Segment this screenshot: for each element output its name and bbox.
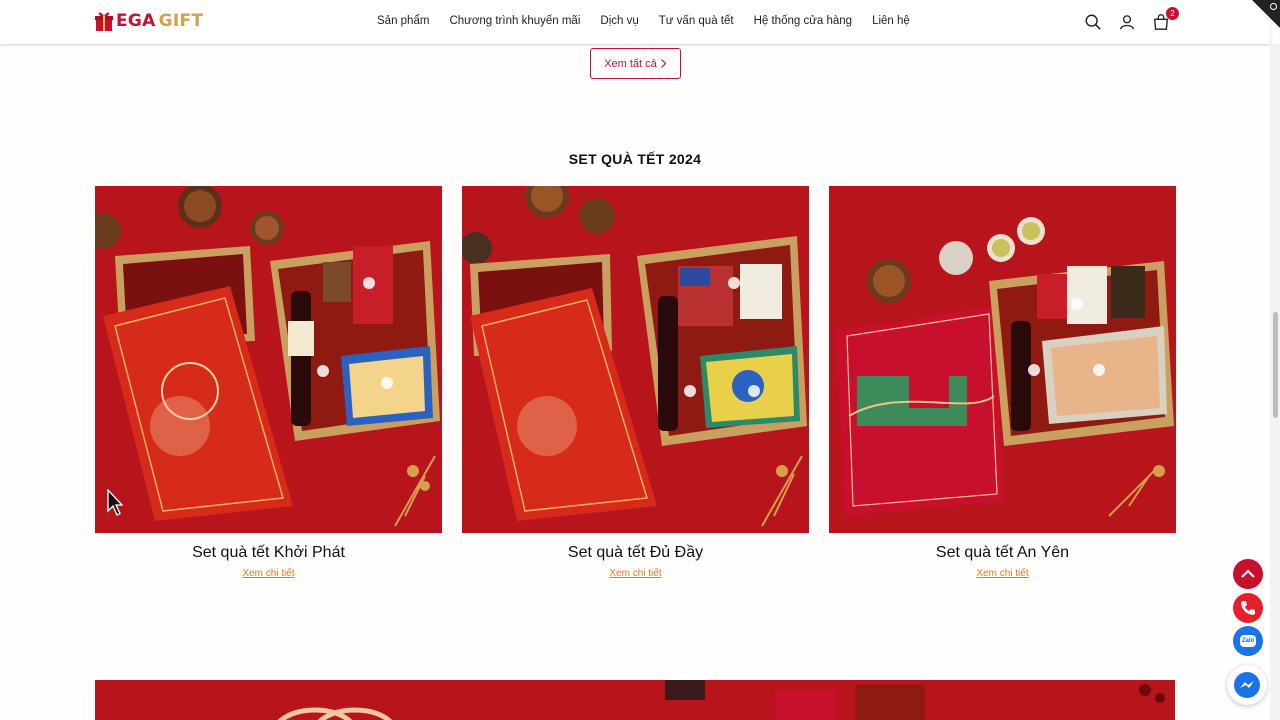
scrollbar-thumb[interactable] (1273, 312, 1278, 418)
banner-photo (95, 680, 1175, 720)
page: EGA GIFT Sản phẩm Chương trình khuyến mãi… (0, 0, 1280, 720)
product-name[interactable]: Set quà tết Khởi Phát (95, 544, 442, 562)
nav-item-services[interactable]: Dịch vụ (600, 15, 638, 27)
product-image[interactable] (462, 186, 809, 533)
nav-item-promotions[interactable]: Chương trình khuyến mãi (449, 15, 580, 27)
view-all-label: Xem tất cả (604, 57, 657, 70)
zalo-icon: Zalo (1239, 635, 1257, 647)
product-card: Set quà tết Khởi Phát Xem chi tiết (95, 186, 442, 579)
messenger-icon (1234, 672, 1260, 698)
settings-gear-icon[interactable] (1270, 3, 1277, 10)
cart-button[interactable]: 2 (1152, 7, 1179, 32)
gift-set-photo (95, 186, 442, 533)
product-name[interactable]: Set quà tết Đủ Đầy (462, 544, 809, 562)
gift-logo-icon (95, 12, 113, 31)
view-detail-link[interactable]: Xem chi tiết (829, 568, 1176, 579)
view-all-button[interactable]: Xem tất cả (590, 48, 681, 79)
logo-text: EGA GIFT (116, 11, 204, 31)
site-header: EGA GIFT Sản phẩm Chương trình khuyến mãi… (0, 0, 1270, 44)
nav-item-stores[interactable]: Hệ thống cửa hàng (754, 15, 853, 27)
nav-item-tet-advice[interactable]: Tư vấn quà tết (659, 15, 734, 27)
product-image[interactable] (95, 186, 442, 533)
logo[interactable]: EGA GIFT (95, 10, 203, 32)
search-icon[interactable] (1084, 12, 1102, 32)
mouse-cursor-icon (107, 489, 123, 516)
product-card: Set quà tết Đủ Đầy Xem chi tiết (462, 186, 809, 579)
phone-icon (1241, 601, 1255, 615)
product-image[interactable] (829, 186, 1176, 533)
product-name[interactable]: Set quà tết An Yên (829, 544, 1176, 562)
chevron-up-icon (1241, 569, 1255, 578)
view-detail-link[interactable]: Xem chi tiết (95, 568, 442, 579)
chevron-right-icon (660, 59, 667, 68)
user-icon[interactable] (1118, 12, 1136, 32)
nav-item-products[interactable]: Sản phẩm (377, 15, 429, 27)
gift-set-photo (462, 186, 809, 533)
product-card: Set quà tết An Yên Xem chi tiết (829, 186, 1176, 579)
view-detail-link[interactable]: Xem chi tiết (462, 568, 809, 579)
header-actions: 2 (1084, 7, 1179, 32)
call-button[interactable] (1233, 593, 1263, 623)
cart-count-badge: 2 (1166, 7, 1179, 20)
main-nav: Sản phẩm Chương trình khuyến mãi Dịch vụ… (377, 15, 910, 27)
messenger-button[interactable] (1227, 665, 1267, 705)
gift-set-photo (829, 186, 1176, 533)
page-scrollbar[interactable] (1270, 44, 1280, 720)
nav-item-contact[interactable]: Liên hệ (872, 15, 910, 27)
zalo-button[interactable]: Zalo (1233, 626, 1263, 656)
back-to-top-button[interactable] (1233, 559, 1263, 589)
section-title: SET QUÀ TẾT 2024 (568, 151, 702, 167)
promo-banner[interactable] (95, 680, 1175, 720)
